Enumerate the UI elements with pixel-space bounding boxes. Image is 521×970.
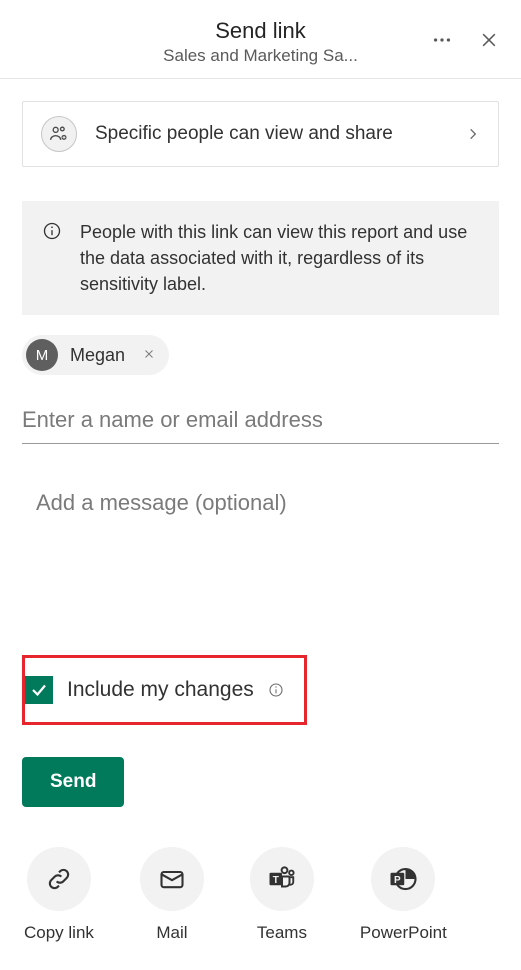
close-icon: [479, 30, 499, 50]
permission-settings-row[interactable]: Specific people can view and share: [22, 101, 499, 167]
x-icon: [143, 348, 155, 360]
share-target-label: PowerPoint: [360, 923, 447, 943]
dialog-subtitle: Sales and Marketing Sa...: [163, 46, 358, 66]
sensitivity-info-banner: People with this link can view this repo…: [22, 201, 499, 315]
recipient-avatar: M: [26, 339, 58, 371]
ellipsis-icon: [431, 29, 453, 51]
recipient-area: M Megan: [22, 335, 499, 444]
include-changes-checkbox[interactable]: [25, 676, 53, 704]
include-changes-row: Include my changes: [22, 655, 307, 725]
link-icon: [45, 865, 73, 893]
share-target-powerpoint[interactable]: P PowerPoint: [360, 847, 447, 943]
info-icon: [42, 221, 62, 241]
recipient-name: Megan: [64, 345, 131, 366]
teams-icon: T: [267, 864, 297, 894]
share-target-label: Mail: [156, 923, 187, 943]
share-target-teams[interactable]: T Teams: [250, 847, 314, 943]
check-icon: [30, 681, 48, 699]
remove-recipient-button[interactable]: [137, 345, 161, 365]
share-target-label: Teams: [257, 923, 307, 943]
svg-text:T: T: [273, 875, 279, 886]
more-options-button[interactable]: [427, 25, 457, 58]
share-target-mail[interactable]: Mail: [140, 847, 204, 943]
share-target-copy-link[interactable]: Copy link: [24, 847, 94, 943]
share-targets-row: Copy link Mail T: [22, 847, 499, 943]
dialog-title: Send link: [163, 18, 358, 44]
people-icon-circle: [41, 116, 77, 152]
recipient-chip[interactable]: M Megan: [22, 335, 169, 375]
message-input[interactable]: [22, 472, 499, 560]
chevron-right-icon: [466, 127, 480, 141]
info-banner-text: People with this link can view this repo…: [80, 219, 479, 297]
powerpoint-icon: P: [388, 864, 418, 894]
permission-label: Specific people can view and share: [95, 123, 448, 145]
dialog-header: Send link Sales and Marketing Sa...: [0, 0, 521, 79]
send-button[interactable]: Send: [22, 757, 124, 807]
share-target-label: Copy link: [24, 923, 94, 943]
mail-icon: [158, 865, 186, 893]
people-add-icon: [49, 124, 69, 144]
info-icon[interactable]: [268, 682, 284, 698]
recipient-input[interactable]: [22, 393, 499, 444]
close-button[interactable]: [475, 26, 503, 57]
svg-text:P: P: [394, 875, 401, 886]
include-changes-label: Include my changes: [67, 678, 254, 702]
